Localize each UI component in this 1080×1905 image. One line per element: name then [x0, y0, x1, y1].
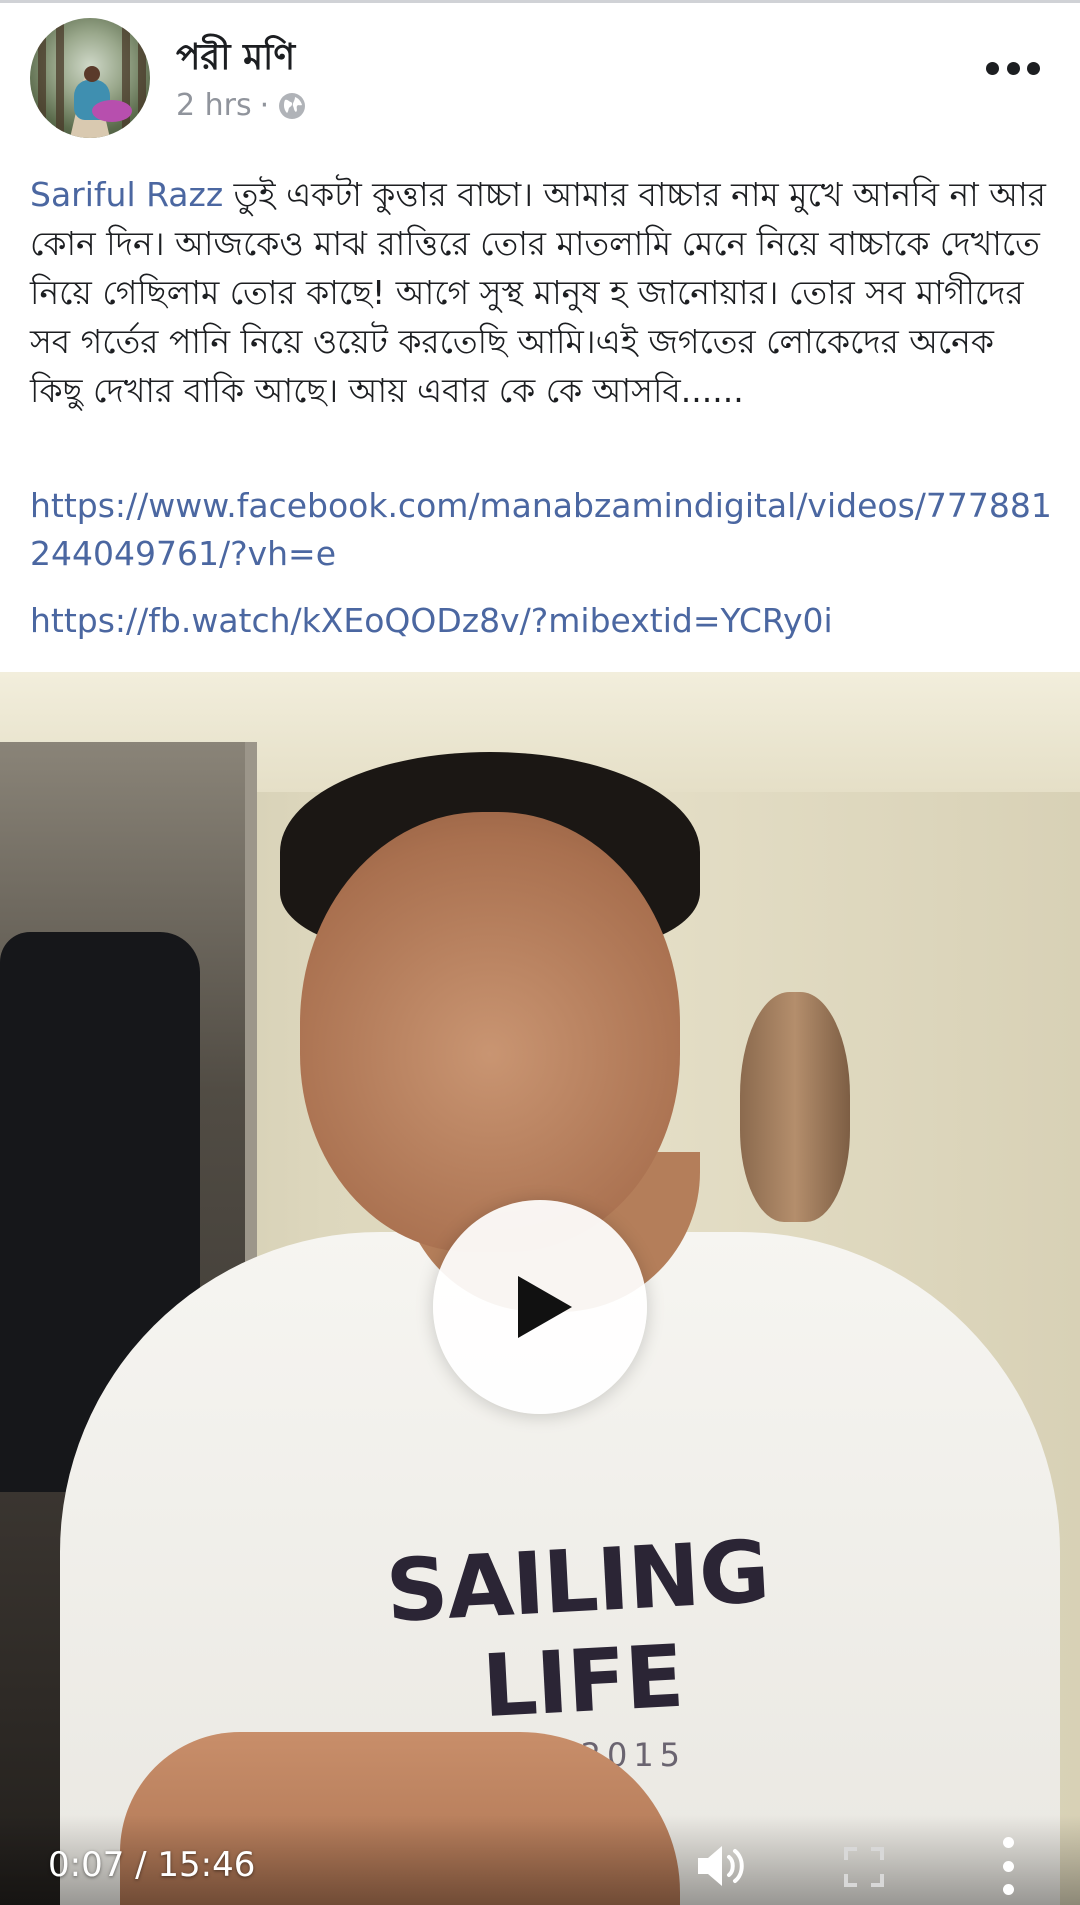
- post-time[interactable]: 2 hrs: [176, 88, 252, 123]
- fullscreen-icon[interactable]: [844, 1847, 884, 1887]
- author-name[interactable]: পরী মণি: [176, 30, 295, 90]
- video-scene-vase: [740, 992, 850, 1222]
- video-time: 0:07 / 15:46: [48, 1845, 256, 1885]
- post-link-1[interactable]: https://www.facebook.com/manabzamindigit…: [30, 482, 1060, 578]
- post-meta: 2 hrs ·: [176, 88, 307, 123]
- avatar[interactable]: [30, 18, 150, 138]
- meta-separator: ·: [259, 88, 270, 123]
- play-button[interactable]: [433, 1200, 647, 1414]
- post-link-2[interactable]: https://fb.watch/kXEoQODz8v/?mibextid=YC…: [30, 597, 1060, 645]
- volume-icon[interactable]: [696, 1843, 748, 1889]
- video-person-face: [300, 812, 680, 1252]
- video-player[interactable]: SAILING LIFE EST. 2015 0:07 / 15:46: [0, 672, 1080, 1905]
- top-divider: [0, 0, 1080, 3]
- shirt-text: SAILING LIFE: [383, 1522, 772, 1738]
- globe-icon: [279, 92, 306, 119]
- play-icon: [518, 1276, 572, 1338]
- video-controls: 0:07 / 15:46: [0, 1815, 1080, 1905]
- more-vertical-icon[interactable]: [996, 1837, 1020, 1895]
- more-options-icon[interactable]: [986, 56, 1040, 80]
- mention-link[interactable]: Sariful Razz: [30, 175, 223, 214]
- post-text: Sariful Razz তুই একটা কুত্তার বাচ্চা। আম…: [30, 170, 1050, 415]
